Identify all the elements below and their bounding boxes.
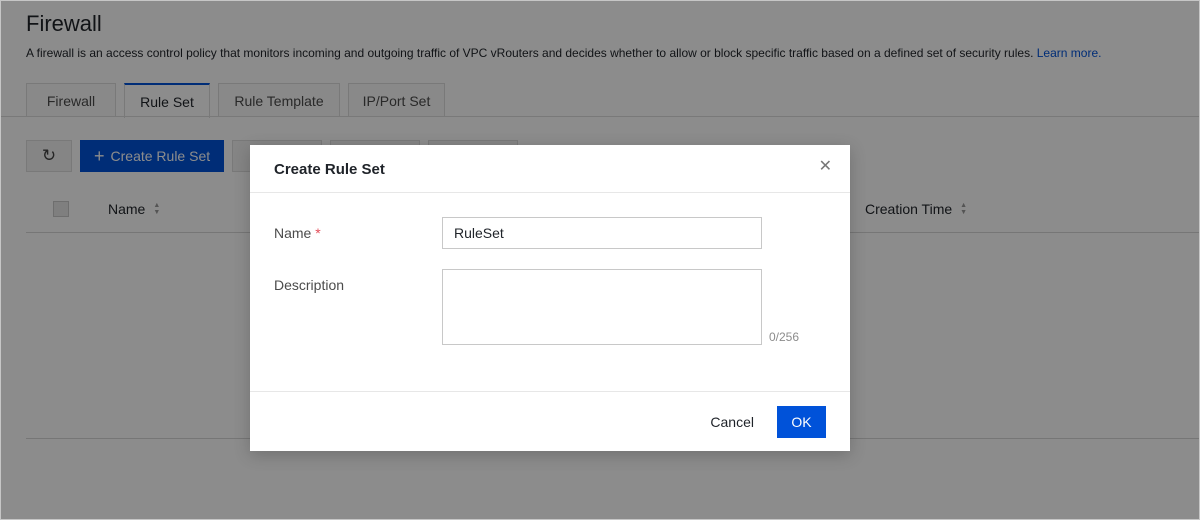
dialog-title: Create Rule Set xyxy=(274,161,385,178)
cancel-button[interactable]: Cancel xyxy=(710,406,754,438)
description-label: Description xyxy=(274,277,345,293)
create-rule-set-dialog: Create Rule Set ✕ Name * Description 0/2… xyxy=(250,145,850,451)
character-counter: 0/256 xyxy=(769,330,800,344)
name-input[interactable] xyxy=(442,217,762,249)
dialog-footer: Cancel OK xyxy=(250,391,850,451)
required-marker: * xyxy=(315,225,321,241)
description-textarea[interactable] xyxy=(442,269,762,345)
name-label: Name * xyxy=(274,225,321,241)
close-icon[interactable]: ✕ xyxy=(819,159,832,175)
ok-button[interactable]: OK xyxy=(777,406,826,438)
app-frame: Firewall A firewall is an access control… xyxy=(0,0,1200,520)
dialog-header: Create Rule Set ✕ xyxy=(250,145,850,193)
name-label-text: Name xyxy=(274,225,312,241)
